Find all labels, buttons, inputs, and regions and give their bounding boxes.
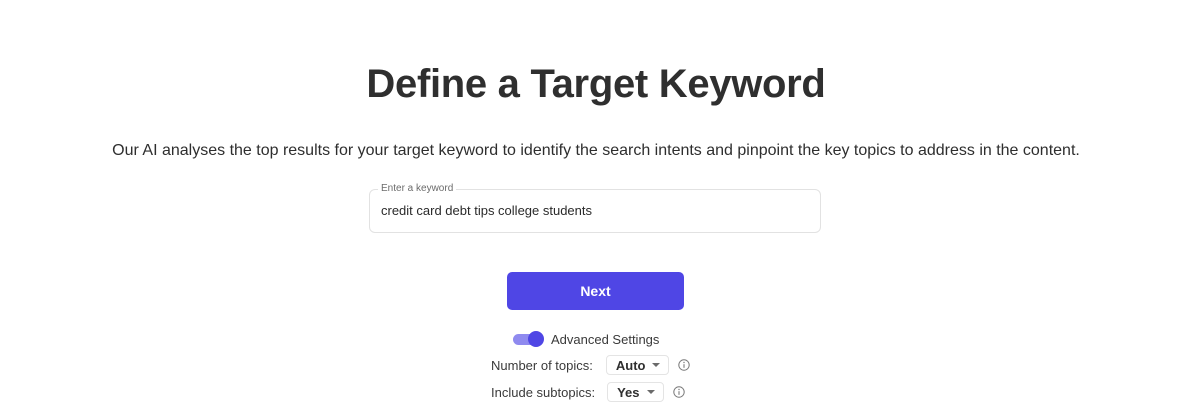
number-of-topics-select[interactable]: Auto <box>605 355 670 375</box>
number-of-topics-row: Number of topics: Auto <box>491 354 691 376</box>
include-subtopics-row: Include subtopics: Yes <box>491 381 685 403</box>
define-keyword-page: Define a Target Keyword Our AI analyses … <box>0 0 1200 419</box>
include-subtopics-value: Yes <box>617 384 640 400</box>
include-subtopics-select[interactable]: Yes <box>607 382 664 402</box>
keyword-input[interactable] <box>381 203 801 218</box>
toggle-knob <box>528 331 544 347</box>
keyword-field-label: Enter a keyword <box>378 183 457 195</box>
caret-down-icon <box>646 390 655 394</box>
info-icon[interactable] <box>672 386 685 398</box>
number-of-topics-label: Number of topics: <box>491 357 593 373</box>
advanced-settings-row: Advanced Settings <box>513 330 659 348</box>
include-subtopics-label: Include subtopics: <box>491 384 596 400</box>
info-icon[interactable] <box>678 359 691 371</box>
next-button[interactable]: Next <box>507 272 684 310</box>
advanced-settings-toggle[interactable] <box>513 331 544 347</box>
caret-down-icon <box>652 363 661 367</box>
keyword-field[interactable]: Enter a keyword <box>369 183 821 233</box>
number-of-topics-value: Auto <box>615 357 646 373</box>
page-title: Define a Target Keyword <box>366 62 826 106</box>
page-description: Our AI analyses the top results for your… <box>112 142 1080 159</box>
advanced-settings-label: Advanced Settings <box>551 331 660 347</box>
